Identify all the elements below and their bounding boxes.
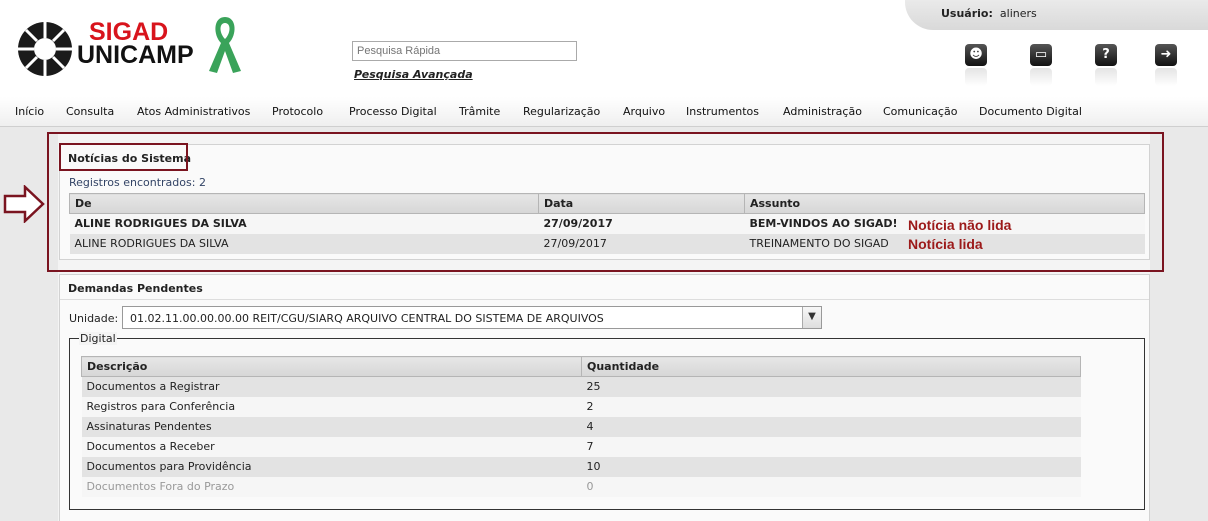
chevron-down-icon[interactable]: ▼ bbox=[802, 307, 821, 328]
main-menu: Início Consulta Atos Administrativos Pro… bbox=[0, 97, 1208, 127]
unit-label: Unidade: bbox=[69, 312, 119, 325]
brand-unicamp: UNICAMP bbox=[77, 41, 194, 69]
table-row[interactable]: Documentos a Registrar 25 bbox=[81, 376, 1081, 397]
table-row[interactable]: Assinaturas Pendentes 4 bbox=[81, 416, 1081, 437]
user-info: Usuário: aliners bbox=[941, 7, 1037, 20]
demand-desc[interactable]: Registros para Conferência bbox=[81, 396, 582, 417]
demand-desc[interactable]: Assinaturas Pendentes bbox=[81, 416, 582, 437]
menu-administracao[interactable]: Administração bbox=[783, 105, 862, 118]
digital-legend: Digital bbox=[79, 332, 117, 345]
demands-table: Descrição Quantidade Documentos a Regist… bbox=[81, 356, 1081, 497]
demand-desc[interactable]: Documentos Fora do Prazo bbox=[81, 476, 582, 497]
col-quantidade[interactable]: Quantidade bbox=[581, 356, 1081, 377]
demand-qty: 0 bbox=[581, 476, 1081, 497]
arrow-right-icon bbox=[3, 185, 45, 223]
divider bbox=[60, 299, 1149, 300]
menu-regularizacao[interactable]: Regularização bbox=[523, 105, 600, 118]
table-row[interactable]: Documentos Fora do Prazo 0 bbox=[81, 476, 1081, 497]
demand-desc[interactable]: Documentos a Receber bbox=[81, 436, 582, 457]
unit-select-value: 01.02.11.00.00.00.00 REIT/CGU/SIARQ ARQU… bbox=[130, 312, 604, 325]
news-highlight-frame bbox=[47, 132, 1164, 272]
demand-qty: 25 bbox=[581, 376, 1081, 397]
header: SIGAD UNICAMP Pesquisa Avançada Usuário:… bbox=[0, 0, 1208, 97]
unit-select[interactable]: 01.02.11.00.00.00.00 REIT/CGU/SIARQ ARQU… bbox=[122, 306, 822, 329]
menu-documento-digital[interactable]: Documento Digital bbox=[979, 105, 1082, 118]
exit-icon[interactable]: ➜ bbox=[1155, 44, 1179, 88]
green-ribbon-icon bbox=[209, 17, 241, 73]
col-descricao[interactable]: Descrição bbox=[81, 356, 582, 377]
person-icon[interactable]: ☻ bbox=[965, 44, 989, 88]
menu-instrumentos[interactable]: Instrumentos bbox=[686, 105, 759, 118]
demand-qty: 2 bbox=[581, 396, 1081, 417]
unicamp-logo-icon bbox=[18, 22, 72, 76]
menu-tramite[interactable]: Trâmite bbox=[459, 105, 500, 118]
user-name: aliners bbox=[999, 7, 1037, 20]
menu-consulta[interactable]: Consulta bbox=[66, 105, 114, 118]
menu-inicio[interactable]: Início bbox=[15, 105, 44, 118]
advanced-search-link[interactable]: Pesquisa Avançada bbox=[354, 68, 473, 81]
menu-comunicacao[interactable]: Comunicação bbox=[883, 105, 957, 118]
demand-qty: 10 bbox=[581, 456, 1081, 477]
help-icon[interactable]: ? bbox=[1095, 44, 1119, 88]
table-row[interactable]: Documentos para Providência 10 bbox=[81, 456, 1081, 477]
demand-qty: 4 bbox=[581, 416, 1081, 437]
menu-atos[interactable]: Atos Administrativos bbox=[137, 105, 250, 118]
menu-processo-digital[interactable]: Processo Digital bbox=[349, 105, 437, 118]
demand-desc[interactable]: Documentos para Providência bbox=[81, 456, 582, 477]
table-row[interactable]: Documentos a Receber 7 bbox=[81, 436, 1081, 457]
demands-title: Demandas Pendentes bbox=[68, 282, 203, 295]
quick-search-input[interactable] bbox=[352, 41, 577, 61]
chat-icon[interactable]: ▭ bbox=[1030, 44, 1054, 88]
menu-protocolo[interactable]: Protocolo bbox=[272, 105, 323, 118]
table-row[interactable]: Registros para Conferência 2 bbox=[81, 396, 1081, 417]
menu-arquivo[interactable]: Arquivo bbox=[623, 105, 665, 118]
demand-qty: 7 bbox=[581, 436, 1081, 457]
demand-desc[interactable]: Documentos a Registrar bbox=[81, 376, 582, 397]
user-label: Usuário: bbox=[941, 7, 993, 20]
